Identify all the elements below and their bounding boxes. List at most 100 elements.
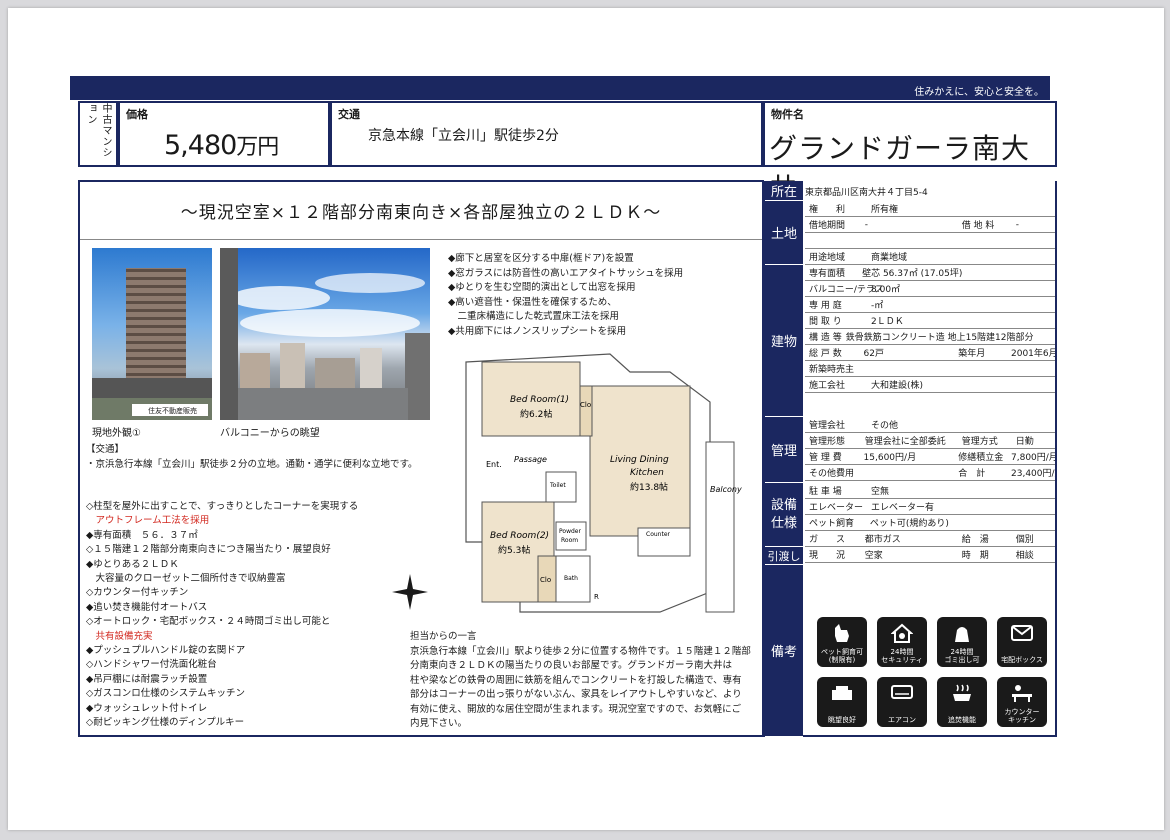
- feature-icons: ペット飼育可 (制限有) 24時間 セキュリティ 24時間 ゴミ出し可 宅配ボッ…: [817, 617, 1049, 733]
- traffic-section-text: ・京浜急行本線「立会川」駅徒歩２分の立地。通勤・通学に便利な立地です。: [86, 459, 418, 470]
- detail-row: 駐 車 場 空無: [805, 483, 1055, 499]
- traffic-label: 交通: [338, 108, 360, 121]
- top-banner: 住みかえに、安心と安全を。: [70, 76, 1050, 100]
- feature-item: ◇耐ピッキング仕様のディンプルキー: [86, 717, 245, 729]
- garbage-icon-label: 24時間 ゴミ出し可: [944, 648, 980, 664]
- feature-top-item: ◆共用廊下にはノンスリップシートを採用: [448, 325, 627, 337]
- balcony-view-photo: [220, 248, 430, 420]
- detail-row: 間 取 り 2ＬＤＫ: [805, 313, 1055, 329]
- price-unit: 万円: [236, 135, 279, 160]
- location-text: 東京都品川区南大井４丁目5-4: [805, 187, 928, 198]
- bed2-label: Bed Room(2): [490, 531, 549, 541]
- row-label: 施工会社: [809, 381, 846, 391]
- row-value: 管理会社に全部委託: [864, 437, 946, 447]
- view-icon: 眺望良好: [817, 677, 867, 727]
- comment-line: 京浜急行本線「立会川」駅より徒歩２分に位置する物件です。１５階建１２階部: [410, 645, 751, 657]
- row-value: 8.00㎡: [871, 285, 901, 295]
- detail-row: 専有面積 壁芯 56.37㎡ (17.05坪): [805, 265, 1055, 281]
- row-label: 駐 車 場: [809, 487, 842, 497]
- row-value: 空家: [864, 551, 883, 561]
- detail-row: [805, 233, 1055, 249]
- row-label: 借地期間: [809, 221, 846, 231]
- row-label: 用途地域: [809, 253, 846, 263]
- row-label-2: 築年月: [958, 349, 986, 359]
- row-label: ガ ス: [809, 535, 846, 545]
- row-label: 新築時売主: [809, 365, 855, 375]
- row-value-2: 相談: [1015, 551, 1034, 561]
- row-label: 管 理 費: [809, 453, 842, 463]
- land-label: 土地: [765, 201, 803, 265]
- equipment-label: 設備 仕様: [765, 483, 803, 547]
- floor-plan: Bed Room(1) 約6.2帖 Living Dining Kitchen …: [465, 353, 742, 613]
- detail-row: その他費用 合 計 23,400円/月: [805, 465, 1055, 481]
- row-value: 所有権: [871, 205, 899, 215]
- pet-icon: ペット飼育可 (制限有): [817, 617, 867, 667]
- feature-top-item: ◆廊下と居室を区分する中扉(框ドア)を設置: [448, 253, 634, 264]
- property-name-box: 物件名 グランドガーラ南大井: [763, 101, 1057, 205]
- row-value: -㎡: [871, 301, 884, 311]
- feature-item: ◇ハンドシャワー付洗面化粧台: [86, 659, 217, 671]
- name-label: 物件名: [771, 108, 804, 121]
- comment-line: 柱や梁などの鉄骨の周囲に鉄筋を組んでコンクリートを打設した構造で、専有: [410, 674, 742, 686]
- row-label: ペット飼育: [809, 519, 855, 529]
- ldk-label-2: Kitchen: [630, 468, 664, 478]
- ldk-size: 約13.8帖: [630, 481, 668, 493]
- reheat-bath-icon: 追焚機能: [937, 677, 987, 727]
- row-value: 都市ガス: [864, 535, 901, 545]
- row-label: 現 況: [809, 551, 846, 561]
- detail-row: 現 況 空家 時 期 相談: [805, 547, 1055, 563]
- row-value: エレベーター有: [871, 503, 935, 513]
- balcony-label: Balcony: [710, 485, 742, 494]
- feature-item: ◇柱型を屋外に出すことで、すっきりとしたコーナーを実現する: [86, 501, 359, 512]
- aircon-icon: エアコン: [877, 677, 927, 727]
- detail-row: ガ ス 都市ガス 給 湯 個別: [805, 531, 1055, 547]
- bed1-size: 約6.2帖: [520, 408, 552, 420]
- row-label: 管理会社: [809, 421, 846, 431]
- row-label-2: 修繕積立金: [958, 453, 1004, 463]
- exterior-caption: 現地外観①: [92, 428, 141, 439]
- detail-row: 構 造 等鉄骨鉄筋コンクリート造 地上15階建12階部分: [805, 329, 1055, 345]
- closet-label: Clo: [580, 401, 591, 409]
- row-label: 権 利: [809, 205, 846, 215]
- detail-row: 借地期間 - 借 地 料 -: [805, 217, 1055, 233]
- row-value: 2ＬＤＫ: [871, 317, 904, 327]
- price-number: 5,480: [164, 130, 237, 161]
- headline: 〜現況空室×１２階部分南東向き×各部屋独立の２ＬＤＫ〜: [80, 182, 762, 240]
- detail-row: 施工会社 大和建設(株): [805, 377, 1055, 393]
- reheat-bath-icon-label: 追焚機能: [948, 716, 976, 724]
- detail-row: 権 利 所有権: [805, 201, 1055, 217]
- feature-item: 共有設備充実: [86, 630, 153, 642]
- entrance-label: Ent.: [486, 460, 502, 469]
- row-value: 空無: [871, 487, 890, 497]
- powder-label: Powder: [559, 528, 581, 535]
- row-value-2: 23,400円/月: [1011, 469, 1055, 479]
- property-details: 所在 東京都品川区南大井４丁目5-4 土地 権 利 所有権 借地期間 - 借 地 料 - 用…: [763, 181, 1057, 737]
- row-value-2: 個別: [1015, 535, 1034, 545]
- counter-kitchen-icon-label: カウンター キッチン: [1004, 708, 1040, 724]
- feature-item: ◆専有面積 ５６．３７㎡: [86, 529, 198, 541]
- feature-top-item: ◆ゆとりを生む空間的演出として出窓を採用: [448, 282, 636, 293]
- detail-row: バルコニー/テラス 8.00㎡: [805, 281, 1055, 297]
- row-value: 壁芯 56.37㎡ (17.05坪): [862, 269, 963, 279]
- detail-row: ペット飼育 ペット可(規約あり): [805, 515, 1055, 531]
- feature-item: ◆プッシュプルハンドル錠の玄関ドア: [86, 645, 246, 657]
- detail-row: エレベーター エレベーター有: [805, 499, 1055, 515]
- feature-item: ◆ウォッシュレット付トイレ: [86, 702, 208, 714]
- features-top: ◆廊下と居室を区分する中扉(框ドア)を設置 ◆窓ガラスには防音性の高いエアタイト…: [448, 252, 683, 339]
- r-label: R: [594, 593, 599, 601]
- delivery-box-icon-label: 宅配ボックス: [1001, 656, 1043, 664]
- property-type: 中古マンション: [78, 101, 118, 167]
- row-label: バルコニー/テラス: [809, 285, 884, 295]
- detail-row: 新築時売主: [805, 361, 1055, 377]
- passage-label: Passage: [514, 455, 547, 464]
- security-icon: 24時間 セキュリティ: [877, 617, 927, 667]
- traffic-box: 交通 京急本線「立会川」駅徒歩2分: [330, 101, 763, 167]
- price-box: 価格 5,480万円: [118, 101, 330, 167]
- feature-top-item: ◆高い遮音性・保温性を確保するため、: [448, 296, 617, 308]
- pet-icon-label: ペット飼育可 (制限有): [821, 648, 863, 664]
- traffic-section: 【交通】 ・京浜急行本線「立会川」駅徒歩２分の立地。通勤・通学に便利な立地です。: [86, 442, 418, 472]
- feature-item: ◆吊戸棚には耐震ラッチ設置: [86, 673, 208, 685]
- row-value: 62戸: [863, 349, 884, 359]
- row-label: 専有面積: [809, 269, 846, 279]
- row-value-2: 2001年6月: [1011, 349, 1055, 359]
